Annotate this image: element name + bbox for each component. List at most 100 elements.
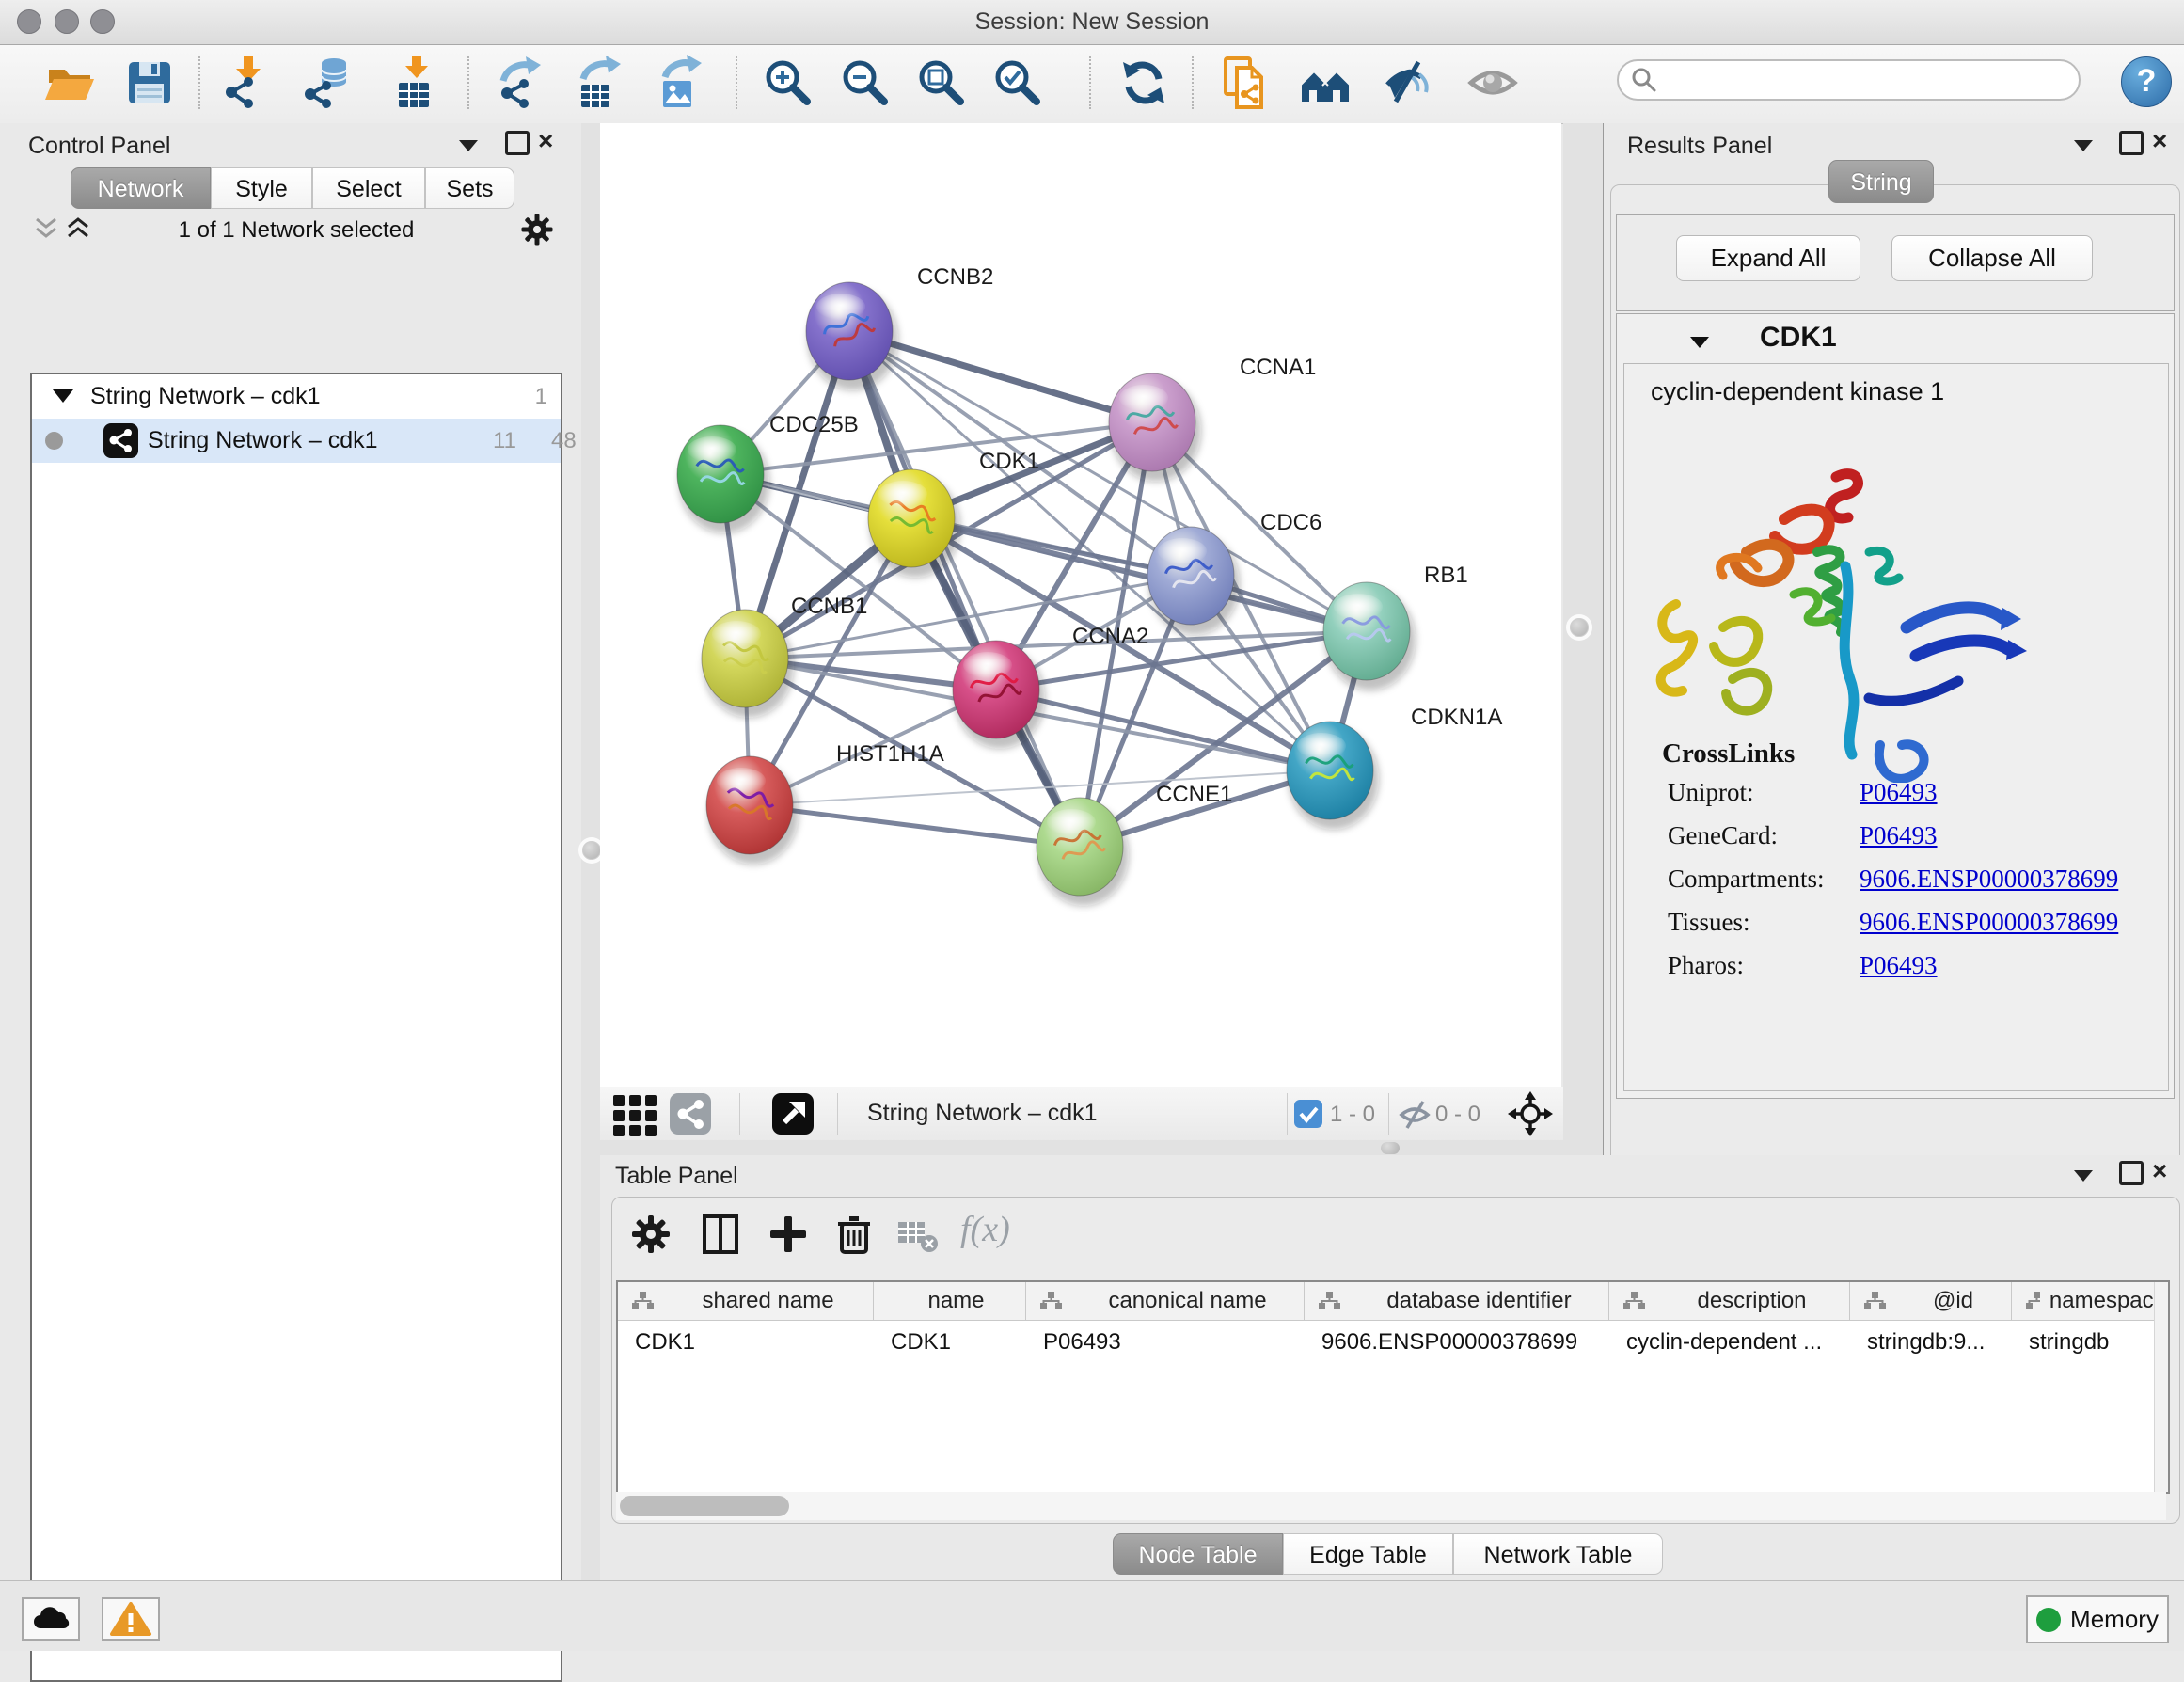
zoom-fit-icon[interactable] (913, 55, 970, 111)
table-vertical-scrollbar[interactable] (2154, 1282, 2168, 1492)
tab-style[interactable]: Style (211, 167, 312, 209)
column-header-id[interactable]: @id (1850, 1282, 2012, 1320)
cell-id[interactable]: stringdb:9... (1850, 1321, 2012, 1364)
open-session-icon[interactable] (41, 55, 98, 111)
table-settings-gear-icon[interactable] (629, 1213, 673, 1261)
tab-select[interactable]: Select (312, 167, 425, 209)
expand-collapse-box: Expand All Collapse All (1616, 214, 2175, 311)
table-row[interactable]: CDK1 CDK1 P06493 9606.ENSP00000378699 cy… (618, 1321, 2168, 1364)
tab-node-table[interactable]: Node Table (1113, 1533, 1283, 1575)
export-image-icon[interactable] (652, 55, 708, 111)
network-canvas[interactable]: CCNB2CCNA1CDC25BCDK1CDC6RB1CCNB1CCNA2CDK… (600, 123, 1561, 1087)
ndex-file-share-icon[interactable] (1218, 55, 1274, 111)
zoom-in-icon[interactable] (760, 55, 816, 111)
tab-edge-table[interactable]: Edge Table (1283, 1533, 1453, 1575)
zoom-out-icon[interactable] (837, 55, 894, 111)
crosslink-pharos[interactable]: P06493 (1860, 951, 1938, 980)
delete-table-icon[interactable] (896, 1216, 940, 1259)
panel-menu-icon[interactable] (2074, 140, 2093, 151)
tab-network[interactable]: Network (71, 167, 211, 209)
network-row-label: String Network – cdk1 (148, 427, 378, 454)
tab-string[interactable]: String (1828, 160, 1934, 203)
panel-float-icon[interactable] (505, 131, 530, 155)
network-collection-row[interactable]: String Network – cdk1 1 (32, 374, 561, 419)
panel-float-icon[interactable] (2119, 1161, 2144, 1185)
expand-all-icon[interactable] (66, 217, 90, 245)
import-network-file-icon[interactable] (218, 55, 275, 111)
memory-button[interactable]: Memory (2026, 1595, 2169, 1643)
export-table-icon[interactable] (572, 55, 628, 111)
tab-network-table[interactable]: Network Table (1453, 1533, 1663, 1575)
column-header-name[interactable]: name (874, 1282, 1026, 1320)
panel-close-icon[interactable]: × (2152, 131, 2167, 151)
tab-sets[interactable]: Sets (425, 167, 514, 209)
splitter-grab-dot[interactable] (582, 841, 601, 860)
grid-view-icon[interactable] (613, 1094, 657, 1142)
open-view-external-icon[interactable] (772, 1093, 814, 1135)
splitter-grab-dot[interactable] (1570, 618, 1589, 637)
import-table-file-icon[interactable] (386, 55, 442, 111)
zoom-selected-icon[interactable] (989, 55, 1046, 111)
panel-menu-icon[interactable] (459, 140, 478, 151)
cell-description[interactable]: cyclin-dependent ... (1609, 1321, 1850, 1364)
column-header-database-identifier[interactable]: database identifier (1305, 1282, 1609, 1320)
view-toolbar-separator (1388, 1093, 1389, 1135)
import-network-database-icon[interactable] (299, 55, 356, 111)
node-table: shared name name canonical name database… (616, 1280, 2170, 1494)
network-share-view-icon[interactable] (670, 1093, 711, 1135)
toolbar-separator (467, 56, 469, 109)
delete-column-trash-icon[interactable] (832, 1213, 876, 1261)
export-network-icon[interactable] (494, 55, 550, 111)
splitter-grab-pill[interactable] (1381, 1142, 1400, 1154)
collection-expand-icon[interactable] (53, 389, 73, 403)
show-columns-icon[interactable] (699, 1213, 742, 1261)
apply-layout-refresh-icon[interactable] (1116, 55, 1172, 111)
show-graphics-details-icon[interactable] (1465, 55, 1522, 111)
selected-counter: 1 - 0 (1330, 1102, 1375, 1128)
section-collapse-icon[interactable] (1690, 337, 1709, 348)
selected-checkbox-icon[interactable] (1294, 1100, 1322, 1128)
create-column-plus-icon[interactable] (767, 1213, 810, 1261)
panel-float-icon[interactable] (2119, 131, 2144, 155)
left-splitter[interactable] (581, 123, 600, 1580)
column-header-canonical-name[interactable]: canonical name (1026, 1282, 1305, 1320)
crosslink-genecard[interactable]: P06493 (1860, 821, 1938, 850)
table-horizontal-scrollbar[interactable] (616, 1492, 2166, 1520)
panel-menu-icon[interactable] (2074, 1170, 2093, 1182)
collapse-all-button[interactable]: Collapse All (1891, 235, 2093, 281)
cell-canonical-name[interactable]: P06493 (1026, 1321, 1305, 1364)
birdseye-crosshair-icon[interactable] (1508, 1091, 1553, 1141)
column-header-namespace[interactable]: namespace (2012, 1282, 2166, 1320)
column-header-description[interactable]: description (1609, 1282, 1850, 1320)
cell-shared-name[interactable]: CDK1 (618, 1321, 874, 1364)
cloud-icon (24, 1599, 78, 1639)
crosslink-tissues[interactable]: 9606.ENSP00000378699 (1860, 908, 2118, 937)
expand-all-button[interactable]: Expand All (1676, 235, 1860, 281)
toolbar-separator (1089, 56, 1091, 109)
cell-database-identifier[interactable]: 9606.ENSP00000378699 (1305, 1321, 1609, 1364)
function-builder-icon[interactable]: f(x) (960, 1209, 1010, 1250)
protein-structure-image[interactable] (1634, 463, 2160, 783)
right-splitter[interactable] (1563, 123, 1606, 1155)
network-row-selected[interactable]: String Network – cdk1 11 48 (32, 419, 561, 463)
scrollbar-thumb[interactable] (620, 1496, 789, 1516)
collapse-all-icon[interactable] (34, 217, 58, 245)
houses-icon[interactable] (1298, 55, 1354, 111)
crosslink-compartments[interactable]: 9606.ENSP00000378699 (1860, 865, 2118, 894)
node-label: CDC25B (769, 412, 859, 437)
crosslink-uniprot[interactable]: P06493 (1860, 778, 1938, 807)
warning-button[interactable] (102, 1597, 160, 1641)
column-header-shared-name[interactable]: shared name (618, 1282, 874, 1320)
search-field[interactable] (1617, 59, 2081, 101)
save-session-icon[interactable] (121, 55, 178, 111)
cell-namespace[interactable]: stringdb (2012, 1321, 2166, 1364)
cloud-button[interactable] (22, 1597, 80, 1641)
search-input[interactable] (1658, 66, 2066, 94)
panel-close-icon[interactable]: × (2152, 1161, 2167, 1182)
panel-close-icon[interactable]: × (538, 131, 553, 151)
title-bar: Session: New Session (0, 0, 2184, 45)
hide-graphics-details-icon[interactable] (1380, 55, 1436, 111)
cell-name[interactable]: CDK1 (874, 1321, 1026, 1364)
network-options-gear-icon[interactable] (519, 212, 555, 252)
help-icon[interactable]: ? (2121, 56, 2172, 107)
